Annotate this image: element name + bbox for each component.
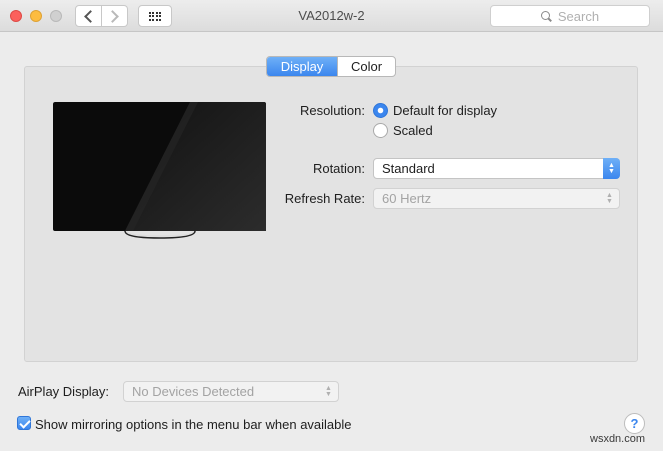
resolution-label: Resolution: [299,103,365,118]
title-bar: VA2012w-2 Search [0,0,663,32]
airplay-select: No Devices Detected ▲ ▼ [123,381,339,402]
select-stepper-icon: ▲ ▼ [325,384,332,398]
resolution-default-label[interactable]: Default for display [393,103,497,118]
resolution-default-radio[interactable] [373,103,388,118]
rotation-label: Rotation: [312,161,365,176]
refresh-rate-select: 60 Hertz ▲ ▼ [373,188,620,209]
search-placeholder: Search [557,8,600,24]
search-icon [540,10,552,22]
rotation-select[interactable]: Standard ▲ ▼ [373,158,620,179]
search-field[interactable]: Search [490,5,650,27]
tab-color[interactable]: Color [337,57,395,76]
mirroring-checkbox[interactable] [17,416,31,430]
select-stepper-icon: ▲ ▼ [603,158,620,179]
refresh-rate-value: 60 Hertz [382,191,432,206]
monitor-icon [53,102,266,239]
help-button[interactable]: ? [624,413,645,434]
resolution-scaled-radio[interactable] [373,123,388,138]
airplay-value: No Devices Detected [132,384,255,399]
tab-display[interactable]: Display [267,57,337,76]
rotation-value: Standard [382,161,435,176]
select-stepper-icon: ▲ ▼ [606,191,613,205]
mirroring-label[interactable]: Show mirroring options in the menu bar w… [35,417,352,432]
tab-bar: Display Color [266,56,396,77]
resolution-scaled-label[interactable]: Scaled [393,123,433,138]
watermark: wsxdn.com [590,433,646,445]
airplay-label: AirPlay Display: [18,384,110,399]
refresh-rate-label: Refresh Rate: [284,191,365,206]
